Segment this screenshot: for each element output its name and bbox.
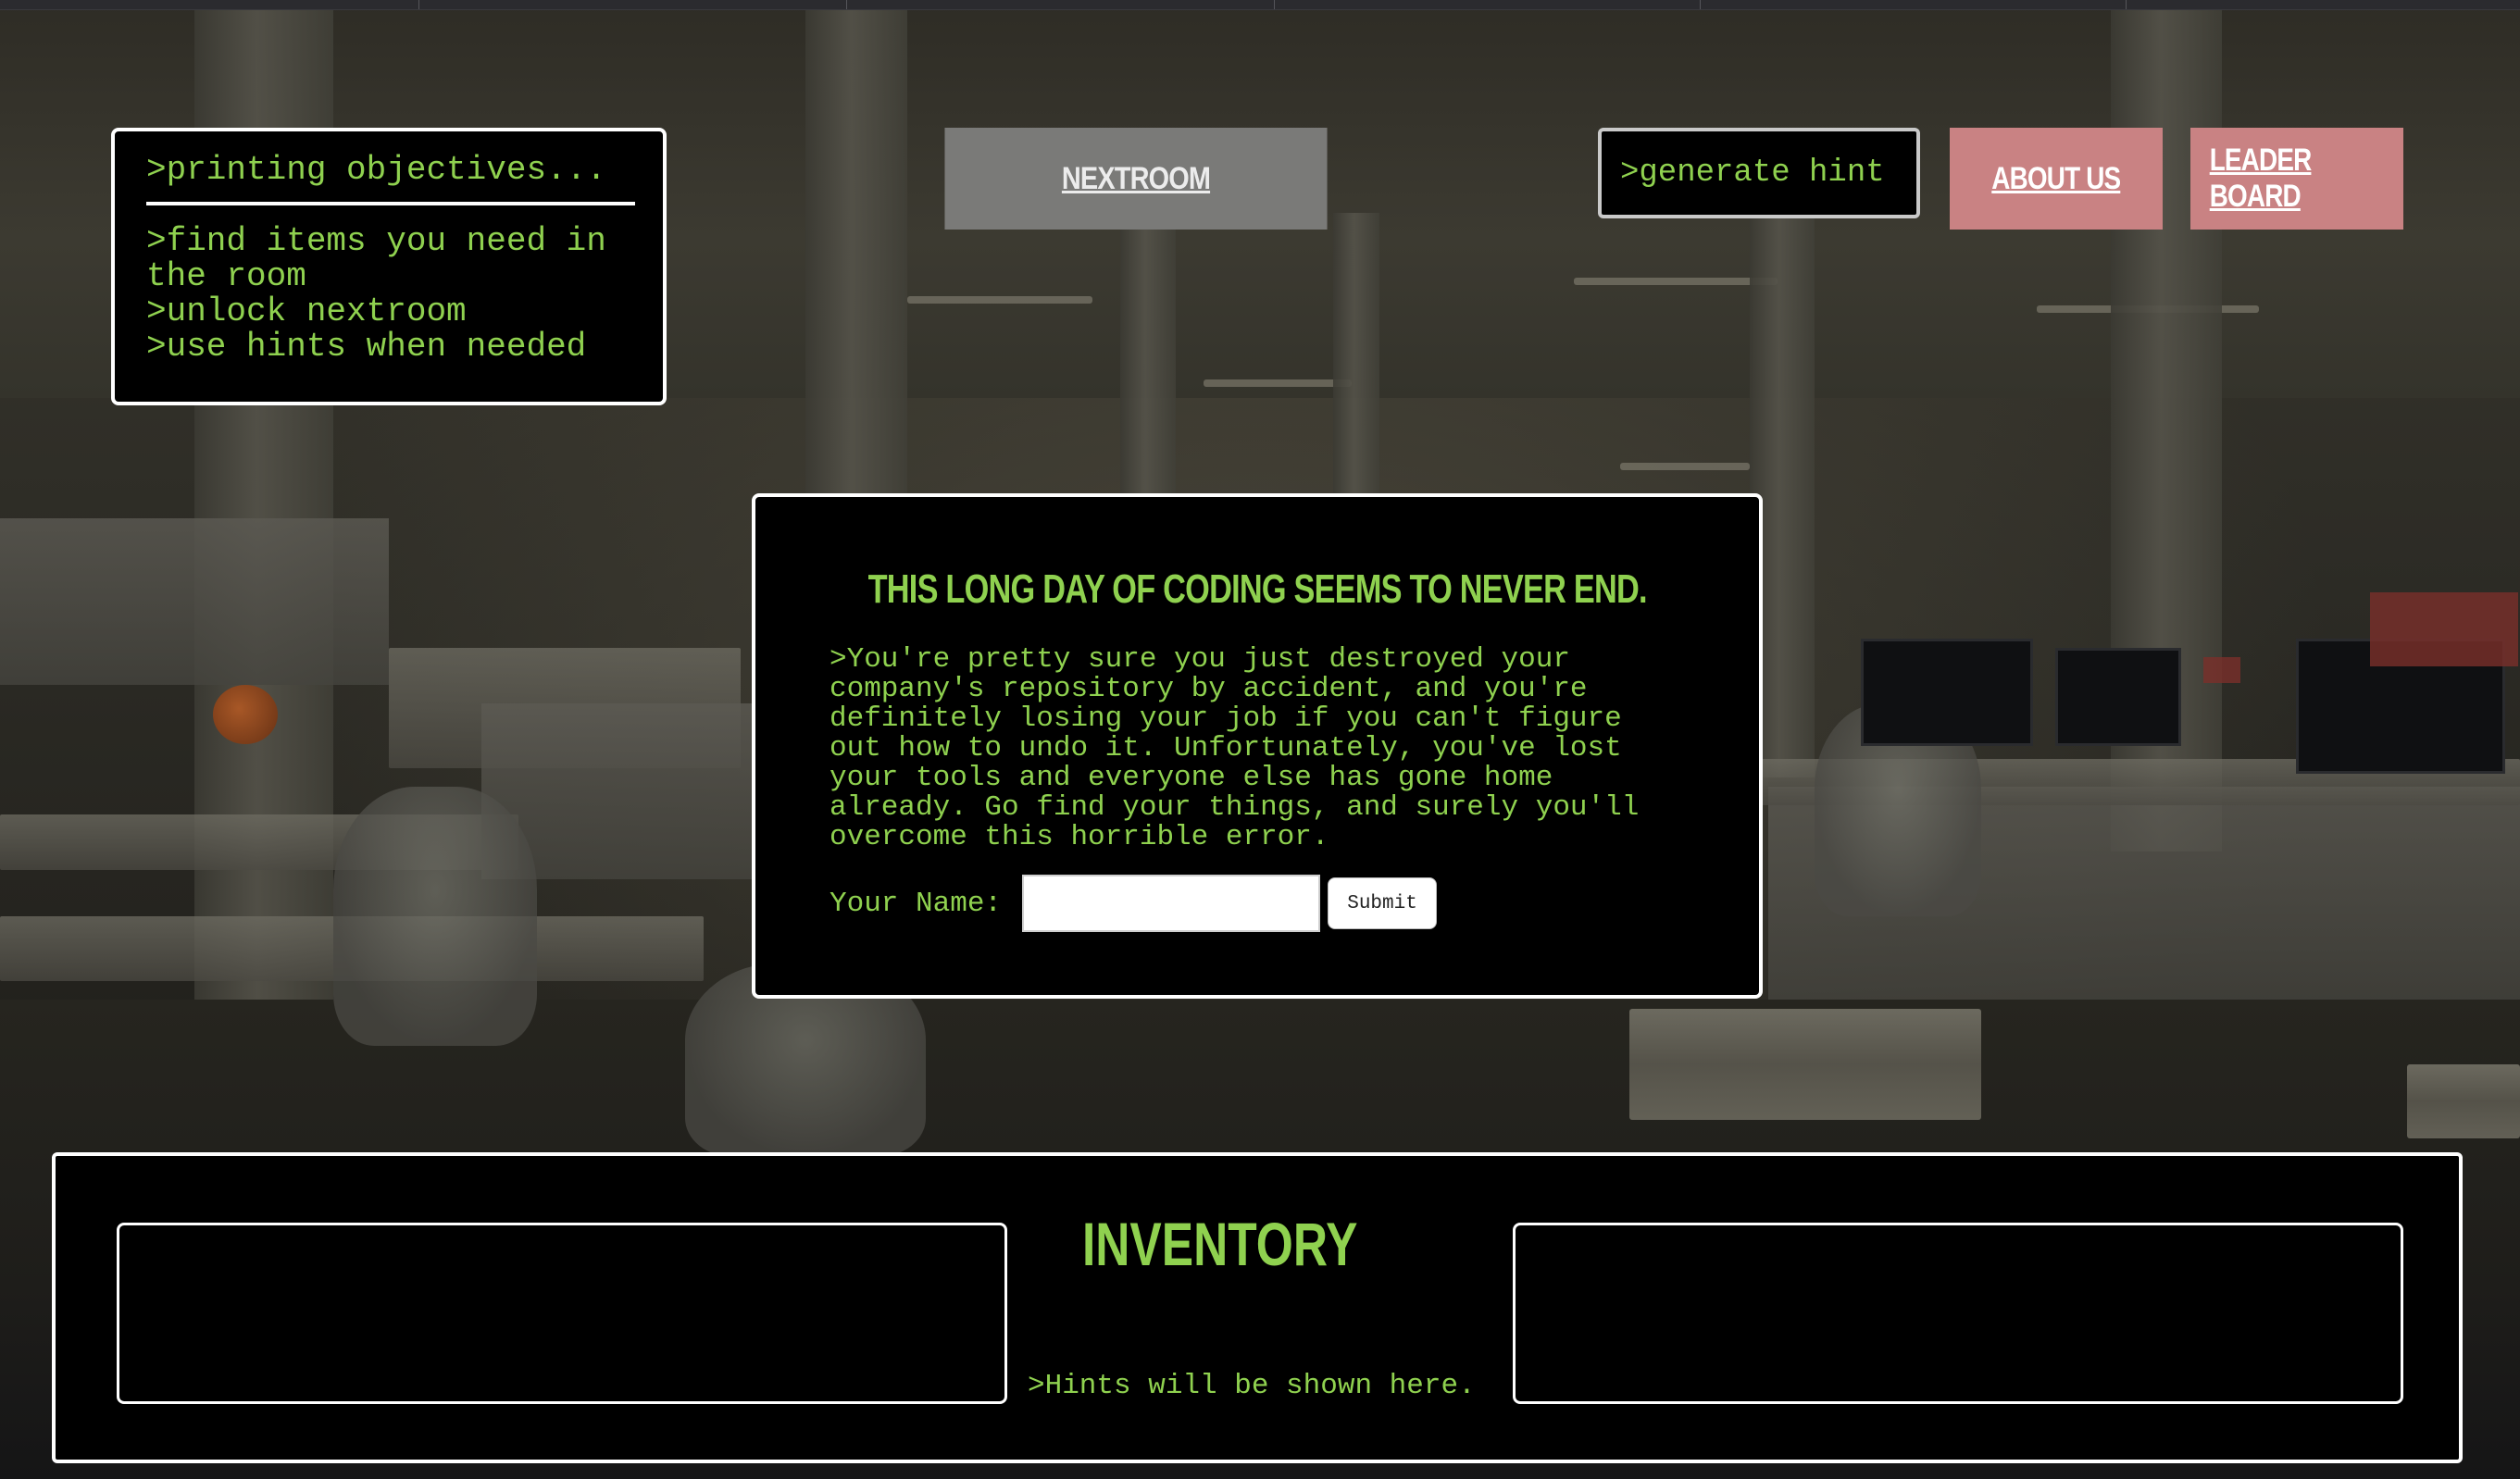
- about-us-button[interactable]: ABOUT US: [1950, 128, 2163, 230]
- objectives-title: >printing objectives...: [146, 152, 635, 205]
- tab-separator: [2126, 0, 2127, 9]
- ceiling-light: [1620, 463, 1750, 470]
- red-accent: [2203, 657, 2240, 683]
- name-form: Your Name: Submit: [830, 875, 1438, 932]
- nextroom-button[interactable]: NEXTROOM: [944, 128, 1328, 230]
- paper-stack: [2407, 1064, 2520, 1138]
- monitor: [1861, 639, 2033, 746]
- paper-stack: [1629, 1009, 1981, 1120]
- inventory-slot-left[interactable]: [117, 1223, 1007, 1404]
- inventory-title: INVENTORY: [1018, 1212, 1422, 1276]
- objective-item: >unlock nextroom: [146, 292, 467, 330]
- intro-title: THIS LONG DAY OF CODING SEEMS TO NEVER E…: [755, 567, 1759, 612]
- cabinet: [0, 518, 389, 685]
- ceiling-light: [1574, 278, 1778, 285]
- inventory-bar: INVENTORY >Hints will be shown here.: [52, 1152, 2463, 1463]
- top-tab-strip: [0, 0, 2520, 10]
- inventory-title-text: INVENTORY: [1082, 1210, 1358, 1278]
- pumpkin: [213, 685, 278, 744]
- tab-separator: [1700, 0, 1701, 9]
- generate-hint-button[interactable]: >generate hint: [1598, 128, 1920, 218]
- intro-title-text: THIS LONG DAY OF CODING SEEMS TO NEVER E…: [867, 566, 1647, 612]
- ceiling-light: [1204, 379, 1352, 387]
- tab-separator: [1274, 0, 1275, 9]
- leader-board-button[interactable]: LEADER BOARD: [2190, 128, 2403, 230]
- objectives-panel: >printing objectives... >find items you …: [111, 128, 667, 405]
- monitor: [2055, 648, 2181, 746]
- leader-board-label: LEADER BOARD: [2209, 143, 2313, 214]
- inventory-slot-right[interactable]: [1513, 1223, 2403, 1404]
- objective-item: >use hints when needed: [146, 328, 587, 366]
- tab-separator: [846, 0, 847, 9]
- intro-story-text: >You're pretty sure you just destroyed y…: [830, 643, 1640, 853]
- red-accent: [2370, 592, 2518, 666]
- office-chair: [333, 787, 537, 1046]
- about-us-label: ABOUT US: [1991, 160, 2121, 196]
- name-input[interactable]: [1022, 875, 1321, 932]
- objective-item: >find items you need in the room: [146, 222, 606, 295]
- tab-separator: [418, 0, 419, 9]
- intro-dialog: THIS LONG DAY OF CODING SEEMS TO NEVER E…: [752, 493, 1763, 999]
- hint-display: >Hints will be shown here.: [1028, 1370, 1476, 1402]
- submit-button[interactable]: Submit: [1328, 877, 1438, 929]
- ceiling-light: [907, 296, 1092, 304]
- name-label: Your Name:: [830, 887, 1003, 920]
